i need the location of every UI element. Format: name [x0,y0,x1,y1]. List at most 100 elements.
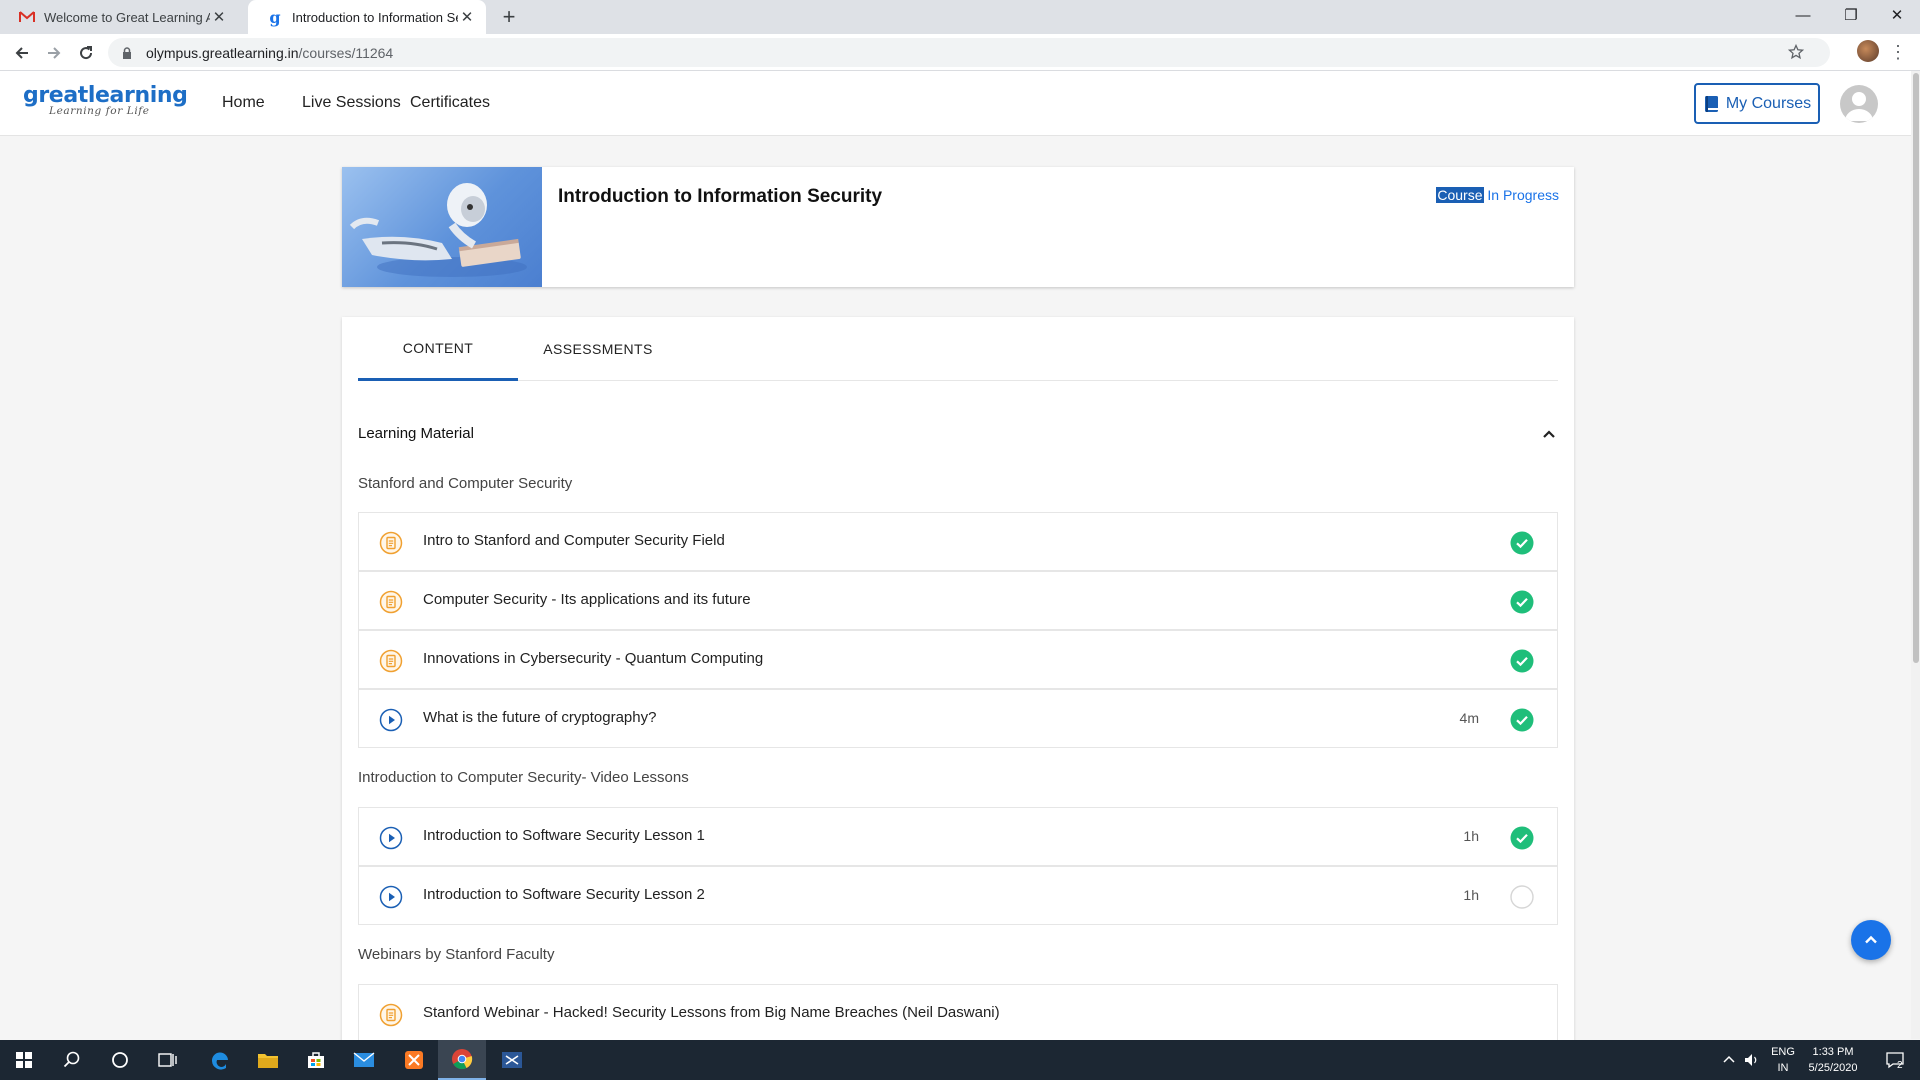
url-path: /courses/11264 [298,44,394,61]
url-host: olympus.greatlearning.in [146,44,299,61]
item-label: Introduction to Software Security Lesson… [423,827,705,844]
list-item[interactable]: Innovations in Cybersecurity - Quantum C… [358,630,1558,689]
browser-tab-course[interactable]: g Introduction to Information Secu ✕ [248,0,486,34]
chrome-icon[interactable] [438,1040,486,1080]
notification-count: 2 [1897,1060,1903,1071]
play-icon [379,826,403,850]
chevron-up-icon [1865,935,1877,944]
arrow-right-icon [48,47,61,59]
new-tab-button[interactable]: + [496,4,522,30]
greatlearning-icon: g [269,7,281,27]
nav-home[interactable]: Home [222,94,265,112]
list-item[interactable]: Intro to Stanford and Computer Security … [358,512,1558,571]
reload-button[interactable] [72,39,100,67]
tab-content[interactable]: CONTENT [358,317,518,381]
list-item[interactable]: What is the future of cryptography? 4m [358,689,1558,748]
list-item[interactable]: Computer Security - Its applications and… [358,571,1558,630]
book-icon [1704,95,1718,112]
chevron-up-icon[interactable] [1538,423,1560,445]
site-header: greatlearning Learning for Life Home Liv… [0,71,1920,136]
play-icon [379,885,403,909]
snipping-tool-icon[interactable] [488,1040,536,1080]
document-icon [379,590,403,614]
microsoft-store-icon[interactable] [292,1040,340,1080]
notification-center-icon[interactable]: 2 [1880,1040,1910,1080]
scroll-to-top-button[interactable] [1851,920,1891,960]
speaker-icon[interactable] [1744,1040,1760,1080]
item-label: What is the future of cryptography? [423,709,657,726]
check-complete-icon [1510,649,1534,673]
reload-icon [80,46,93,60]
item-duration: 4m [1459,710,1479,726]
tab-assessments[interactable]: ASSESSMENTS [518,317,678,381]
user-icon [1845,92,1873,121]
my-courses-label: My Courses [1725,94,1812,112]
page-scrollbar-thumb[interactable] [1913,73,1919,663]
check-complete-icon [1510,708,1534,732]
list-item[interactable]: Stanford Webinar - Hacked! Security Less… [358,984,1558,1043]
window-close-button[interactable]: ✕ [1874,0,1920,30]
greatlearning-logo[interactable]: greatlearning Learning for Life [23,83,188,117]
nav-certificates[interactable]: Certificates [410,94,490,112]
course-banner: Introduction to Information Security Cou… [342,167,1574,287]
windows-taskbar: ENG IN 1:33 PM 5/25/2020 2 [0,1040,1920,1080]
item-label: Stanford Webinar - Hacked! Security Less… [423,1004,1000,1021]
windows-start-icon[interactable] [0,1040,48,1080]
arrow-left-icon [15,47,28,59]
address-bar[interactable]: olympus.greatlearning.in/courses/11264 [108,38,1830,67]
cortana-icon[interactable] [96,1040,144,1080]
group-title: Stanford and Computer Security [358,475,573,492]
list-item[interactable]: Introduction to Software Security Lesson… [358,866,1558,925]
taskbar-clock[interactable]: 1:33 PM 5/25/2020 [1792,1044,1874,1076]
my-courses-button[interactable]: My Courses [1694,83,1820,124]
item-duration: 1h [1463,828,1479,844]
maximize-button[interactable]: ❐ [1828,0,1874,30]
item-label: Introduction to Software Security Lesson… [423,886,705,903]
xampp-icon[interactable] [390,1040,438,1080]
group-title: Introduction to Computer Security- Video… [358,769,689,786]
edge-browser-icon[interactable] [196,1040,244,1080]
course-status-selected: Course [1436,187,1484,203]
browser-menu-icon[interactable]: ⋮ [1889,40,1907,64]
forward-button[interactable] [40,39,68,67]
minimize-button[interactable]: — [1780,0,1826,30]
mail-icon[interactable] [340,1040,388,1080]
file-explorer-icon[interactable] [244,1040,292,1080]
browser-tab-title: Welcome to Great Learning Acad [44,9,210,25]
bookmark-star-icon[interactable] [1787,43,1806,63]
back-button[interactable] [8,39,36,67]
browser-profile-avatar[interactable] [1857,40,1879,62]
item-duration: 1h [1463,887,1479,903]
content-tabs: CONTENT ASSESSMENTS [358,317,1558,381]
tray-chevron-up-icon[interactable] [1722,1040,1736,1080]
nav-live-sessions[interactable]: Live Sessions [302,94,401,112]
close-icon[interactable]: ✕ [458,8,476,26]
document-icon [379,531,403,555]
language-region: IN [1777,1062,1789,1074]
search-icon[interactable] [48,1040,96,1080]
learning-material-heading[interactable]: Learning Material [358,425,474,442]
gmail-icon [18,8,36,26]
item-label: Innovations in Cybersecurity - Quantum C… [423,650,764,667]
group-title: Webinars by Stanford Faculty [358,946,555,963]
browser-tab-title: Introduction to Information Secu [292,9,458,25]
user-avatar[interactable] [1840,85,1878,123]
course-status-text: In Progress [1483,187,1559,203]
browser-tab-strip: Welcome to Great Learning Acad ✕ g Intro… [0,0,1920,34]
check-complete-icon [1510,826,1534,850]
item-label: Computer Security - Its applications and… [423,591,751,608]
item-label: Intro to Stanford and Computer Security … [423,532,725,549]
course-status: Course In Progress [1436,187,1559,203]
check-complete-icon [1510,590,1534,614]
clock-date: 5/25/2020 [1808,1062,1858,1074]
close-icon[interactable]: ✕ [210,8,228,26]
browser-toolbar: olympus.greatlearning.in/courses/11264 [0,34,1920,71]
browser-tab-gmail[interactable]: Welcome to Great Learning Acad ✕ [0,0,238,34]
clock-time: 1:33 PM [1812,1046,1854,1058]
task-view-icon[interactable] [144,1040,192,1080]
list-item[interactable]: Introduction to Software Security Lesson… [358,807,1558,866]
document-icon [379,1003,403,1027]
play-icon [379,708,403,732]
check-complete-icon [1510,531,1534,555]
course-content-card: CONTENT ASSESSMENTS Learning Material St… [342,317,1574,1077]
